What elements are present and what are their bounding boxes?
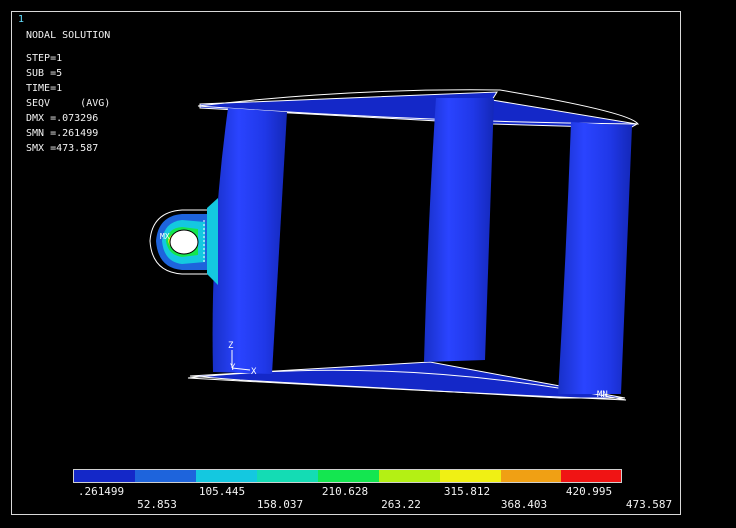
legend-swatch-9 bbox=[561, 470, 621, 482]
legend-label-7: 315.812 bbox=[443, 485, 491, 498]
legend-label-10: 473.587 bbox=[625, 498, 673, 511]
legend-label-3: 105.445 bbox=[198, 485, 246, 498]
legend-label-1: .261499 bbox=[77, 485, 125, 498]
legend-swatch-8 bbox=[501, 470, 561, 482]
legend-swatch-4 bbox=[257, 470, 318, 482]
legend-label-2: 52.853 bbox=[137, 498, 177, 511]
legend-swatch-5 bbox=[318, 470, 379, 482]
axis-z-label: Z bbox=[228, 341, 234, 351]
legend-swatch-6 bbox=[379, 470, 440, 482]
legend-swatch-1 bbox=[74, 470, 135, 482]
mount-bracket bbox=[149, 198, 218, 285]
legend-swatch-3 bbox=[196, 470, 257, 482]
right-tube bbox=[558, 122, 632, 394]
max-marker: MX bbox=[160, 232, 170, 241]
left-tube bbox=[212, 108, 287, 374]
legend-label-5: 210.628 bbox=[321, 485, 369, 498]
legend-label-6: 263.22 bbox=[381, 498, 421, 511]
legend-swatch-2 bbox=[135, 470, 196, 482]
stress-contour-model: MX MN Z Y X bbox=[149, 89, 639, 401]
legend-swatch-7 bbox=[440, 470, 501, 482]
legend-label-4: 158.037 bbox=[256, 498, 304, 511]
legend-label-8: 368.403 bbox=[500, 498, 548, 511]
axis-x-label: X bbox=[251, 367, 257, 377]
graphics-viewport[interactable]: 1 NODAL SOLUTION STEP=1 SUB =5 TIME=1 SE… bbox=[0, 0, 736, 528]
axis-y-label: Y bbox=[230, 363, 236, 373]
middle-tube bbox=[424, 98, 494, 362]
legend-label-9: 420.995 bbox=[565, 485, 613, 498]
min-marker: MN bbox=[597, 390, 608, 400]
